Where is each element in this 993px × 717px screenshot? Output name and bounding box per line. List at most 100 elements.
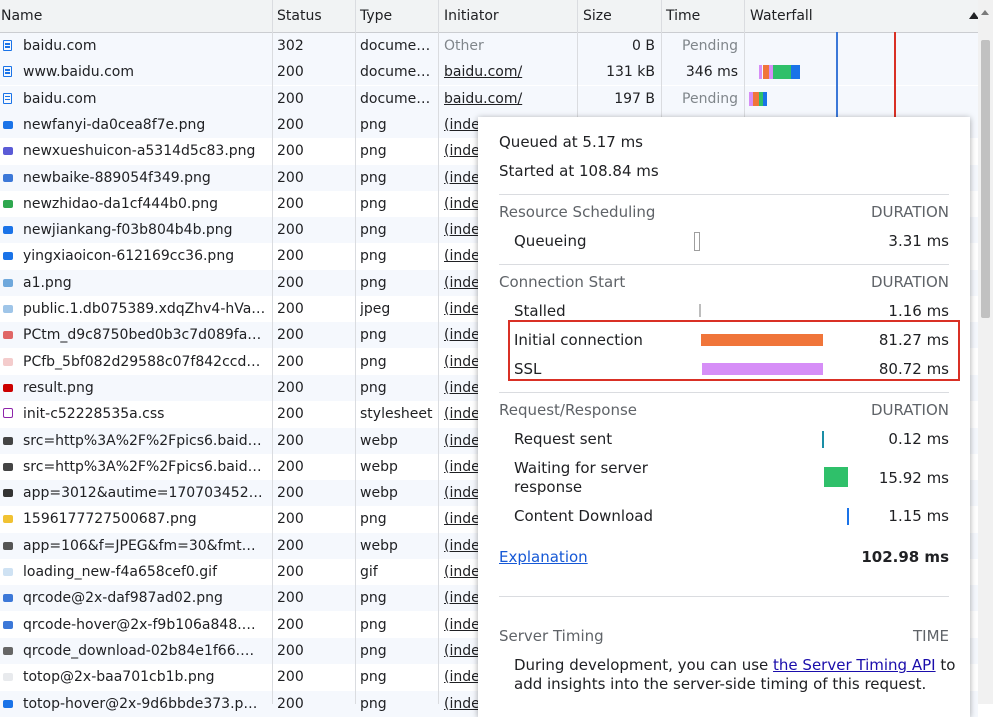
image-icon	[3, 383, 13, 392]
request-name: qrcode_download-02b84e1f66.…	[23, 642, 255, 659]
request-initiator: Other	[444, 38, 484, 54]
request-name: PCfb_5bf082d29588c07f842ccd…	[23, 353, 261, 370]
image-icon	[3, 646, 13, 655]
divider	[499, 392, 949, 393]
time-label: TIME	[912, 627, 949, 645]
waiting-label-line1: Waiting for server	[514, 459, 648, 477]
request-name: newfanyi-da0cea8f7e.png	[23, 116, 206, 133]
waiting-bar	[824, 467, 848, 487]
request-name: www.baidu.com	[23, 64, 134, 81]
table-scrollbar[interactable]	[978, 0, 993, 704]
request-status: 200	[277, 458, 304, 475]
waiting-value: 15.92 ms	[878, 469, 949, 487]
column-header-status[interactable]: Status	[277, 0, 322, 32]
queueing-value: 3.31 ms	[888, 232, 949, 250]
request-type: png	[360, 590, 387, 607]
request-status: 200	[277, 143, 304, 160]
divider	[499, 194, 949, 195]
document-icon	[3, 92, 12, 104]
ssl-bar	[702, 363, 823, 375]
image-icon	[3, 331, 13, 340]
image-icon	[3, 252, 13, 261]
initial-connection-value: 81.27 ms	[878, 331, 949, 349]
request-status: 200	[277, 327, 304, 344]
image-icon	[3, 489, 13, 498]
column-header-waterfall[interactable]: Waterfall	[750, 0, 813, 32]
request-type: png	[360, 642, 387, 659]
request-name: baidu.com	[23, 38, 97, 54]
content-download-label: Content Download	[514, 507, 653, 525]
request-size: 0 B	[632, 38, 655, 54]
table-row[interactable]: baidu.com 302 docume… Other 0 B Pending	[0, 33, 978, 59]
resource-scheduling-title: Resource Scheduling	[499, 203, 656, 221]
request-status: 200	[277, 485, 304, 502]
request-sent-bar	[822, 431, 824, 448]
scrollbar-thumb[interactable]	[981, 40, 990, 318]
request-status: 200	[277, 195, 304, 212]
request-status: 200	[277, 590, 304, 607]
server-timing-api-link[interactable]: the Server Timing API	[773, 656, 936, 674]
request-name: 1596177727500687.png	[23, 511, 197, 528]
request-type: png	[360, 222, 387, 239]
description-text: During development, you can use	[514, 656, 774, 674]
scroll-up-arrow-icon[interactable]	[981, 10, 989, 15]
request-size: 131 kB	[606, 64, 655, 81]
explanation-link[interactable]: Explanation	[499, 548, 588, 566]
image-icon	[3, 120, 13, 129]
request-name: public.1.db075389.xdqZhv4-hVa…	[23, 301, 266, 317]
column-divider	[438, 0, 439, 704]
request-status: 200	[277, 616, 304, 633]
request-name: init-c52228535a.css	[23, 406, 165, 423]
column-divider	[272, 0, 273, 704]
image-icon	[3, 278, 13, 287]
queued-at: Queued at 5.17 ms	[499, 133, 644, 151]
image-icon	[3, 147, 13, 156]
content-download-value: 1.15 ms	[888, 507, 949, 525]
request-name: newxueshuicon-a5314d5c83.png	[23, 143, 256, 160]
request-name: yingxiaoicon-612169cc36.png	[23, 248, 235, 265]
request-status: 200	[277, 90, 304, 107]
request-initiator[interactable]: baidu.com/	[444, 86, 574, 112]
request-type: png	[360, 195, 387, 212]
image-icon	[3, 357, 13, 366]
request-name: qrcode@2x-daf987ad02.png	[23, 590, 223, 607]
request-name: src=http%3A%2F%2Fpics6.baid…	[23, 432, 262, 449]
request-sent-label: Request sent	[514, 430, 613, 448]
stalled-value: 1.16 ms	[888, 302, 949, 320]
request-name: totop@2x-baa701cb1b.png	[23, 669, 215, 686]
request-status: 302	[277, 38, 304, 54]
column-header-initiator[interactable]: Initiator	[444, 0, 499, 32]
request-name: newbaike-889054f349.png	[23, 169, 211, 186]
image-icon	[3, 541, 13, 550]
timing-popup: Queued at 5.17 ms Started at 108.84 ms R…	[478, 117, 970, 717]
duration-label: DURATION	[870, 273, 949, 291]
image-icon	[3, 594, 13, 603]
request-type: png	[360, 353, 387, 370]
request-status: 200	[277, 64, 304, 81]
document-icon	[3, 40, 12, 51]
column-header-type[interactable]: Type	[360, 0, 392, 32]
duration-label: DURATION	[870, 203, 949, 221]
request-initiator[interactable]: baidu.com/	[444, 59, 574, 85]
request-status: 200	[277, 537, 304, 554]
image-icon	[3, 305, 13, 313]
column-divider	[355, 0, 356, 704]
request-status: 200	[277, 669, 304, 686]
table-row[interactable]: www.baidu.com 200 docume… baidu.com/131 kB 3…	[0, 59, 978, 86]
column-header-name[interactable]: Name	[1, 0, 42, 32]
column-header-size[interactable]: Size	[583, 0, 612, 32]
image-icon	[3, 199, 13, 208]
request-type: png	[360, 274, 387, 291]
stalled-label: Stalled	[514, 302, 566, 320]
request-status: 200	[277, 222, 304, 239]
request-type: webp	[360, 432, 398, 449]
waterfall-bar-segment	[791, 65, 800, 80]
request-type: stylesheet	[360, 406, 433, 423]
document-icon	[3, 66, 12, 78]
image-icon	[3, 568, 13, 576]
request-name: newzhidao-da1cf444b0.png	[23, 195, 219, 212]
request-status: 200	[277, 379, 304, 396]
request-sent-value: 0.12 ms	[888, 430, 949, 448]
table-row[interactable]: baidu.com 200 docume… baidu.com/197 B Pendin…	[0, 85, 978, 112]
column-header-time[interactable]: Time	[666, 0, 700, 32]
